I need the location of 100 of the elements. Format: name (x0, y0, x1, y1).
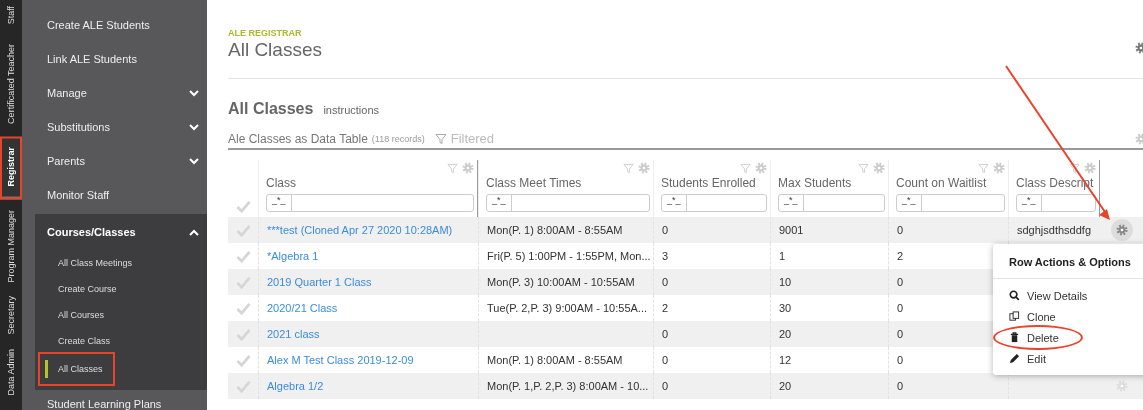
table-cell: 0 (662, 354, 669, 366)
submenu-item[interactable]: Create Class (35, 328, 111, 354)
trash-icon (1009, 332, 1020, 343)
class-link[interactable]: 2020/21 Class (267, 302, 338, 314)
submenu-item[interactable]: All Class Meetings (35, 250, 133, 276)
submenu-item[interactable]: All Courses (35, 302, 104, 328)
table-cell: 0 (897, 354, 904, 366)
table-cell: 0 (897, 276, 904, 288)
table-cell: Tue(P. 2,P. 3) 9:00AM - 10:55A... (487, 302, 647, 314)
record-count: (118 records) (371, 133, 425, 144)
column-settings-icon[interactable] (873, 162, 885, 174)
column-settings-icon[interactable] (462, 162, 474, 174)
checkmark-icon[interactable] (235, 379, 251, 393)
table-cell: 0 (662, 276, 669, 288)
table-cell: 0 (897, 380, 904, 392)
role-tab[interactable]: Registrar (0, 137, 22, 200)
filter-field[interactable]: _*_ (896, 194, 1005, 212)
column-title[interactable]: Count on Waitlist (896, 176, 1005, 190)
sidebar-group[interactable]: Parents (22, 144, 207, 178)
row-actions-button[interactable] (1110, 219, 1133, 241)
submenu-item[interactable]: Create Course (35, 276, 117, 302)
submenu-label: All Courses (58, 310, 104, 320)
table-cell: 0 (662, 328, 669, 340)
instructions-link[interactable]: instructions (323, 104, 380, 116)
copy-icon (1009, 311, 1020, 322)
column-title[interactable]: Students Enrolled (661, 176, 767, 190)
filter-field[interactable]: _*_ (266, 194, 474, 212)
sidebar-item[interactable]: Link ALE Students (22, 42, 207, 76)
panel-title: All Classes (228, 100, 314, 118)
table-cell: 20 (779, 380, 792, 392)
filter-field[interactable]: _*_ (778, 194, 885, 212)
checkmark-icon[interactable] (235, 301, 251, 315)
submenu-label: All Classes (58, 364, 103, 374)
filter-icon[interactable] (1069, 162, 1080, 174)
table-cell: 2 (662, 302, 669, 314)
menu-item[interactable]: Clone (1001, 306, 1064, 327)
table-cell: 0 (897, 224, 904, 236)
table-cell: sdghjsdthsddfg (1017, 224, 1091, 236)
submenu-item[interactable]: All Classes (40, 354, 113, 384)
table-cell: 3 (662, 250, 669, 262)
menu-item[interactable]: Delete (995, 327, 1081, 348)
sidebar-group[interactable]: Manage (22, 76, 207, 110)
submenu-label: Create Course (58, 284, 117, 294)
column-settings-icon[interactable] (993, 162, 1005, 174)
menu-item[interactable]: Edit (1001, 348, 1054, 369)
filter-field[interactable]: _*_ (486, 194, 650, 212)
table-cell: 0 (662, 224, 669, 236)
table-title: Ale Classes as Data Table (228, 131, 368, 146)
table-cell: Mon(P. 3) 10:00AM - 10:55AM (487, 276, 635, 288)
checkmark-icon[interactable] (235, 353, 251, 367)
sidebar-item[interactable]: Create ALE Students (22, 8, 207, 42)
table-cell: 10 (779, 276, 792, 288)
checkmark-icon[interactable] (235, 249, 251, 263)
section-label: ALE REGISTRAR (228, 28, 303, 38)
table-cell: 20 (779, 328, 792, 340)
menu-item[interactable]: View Details (1001, 285, 1096, 306)
sidebar-group[interactable]: Courses/Classes (35, 214, 207, 250)
table-cell: 1 (779, 250, 786, 262)
filter-field[interactable]: _*_ (661, 194, 767, 212)
sidebar-item[interactable]: Student Learning Plans (22, 392, 207, 410)
table-cell: 9001 (779, 224, 804, 236)
role-tab[interactable]: Secretary (0, 288, 22, 343)
chevron-down-icon (189, 123, 199, 131)
filter-status: Filtered (450, 131, 495, 146)
checkmark-icon[interactable] (235, 327, 251, 341)
page-title: All Classes (228, 39, 322, 61)
checkmark-icon[interactable] (235, 200, 251, 213)
sidebar-item[interactable]: Monitor Staff (22, 178, 207, 212)
filter-field[interactable]: _*_ (1016, 194, 1096, 212)
menu-title: Row Actions & Options (993, 244, 1143, 279)
role-tab[interactable]: Certificated Teacher (0, 32, 22, 134)
chevron-up-icon (189, 228, 199, 236)
table-cell: 2 (897, 250, 904, 262)
selection-bar (45, 360, 48, 378)
column-settings-icon[interactable] (1084, 162, 1096, 174)
class-link[interactable]: Alex M Test Class 2019-12-09 (267, 354, 414, 366)
sidebar-group[interactable]: Substitutions (22, 110, 207, 144)
table-cell: 0 (897, 328, 904, 340)
settings-icon[interactable] (1115, 224, 1128, 236)
submenu-label: Create Class (58, 336, 111, 346)
table-cell: Mon(P. 1) 8:00AM - 8:55AM (487, 354, 623, 366)
checkmark-icon[interactable] (235, 223, 251, 237)
column-title[interactable]: Class Meet Times (486, 176, 650, 190)
pencil-icon (1009, 353, 1020, 364)
role-tab[interactable]: Data Admin (0, 342, 22, 404)
column-settings-icon[interactable] (638, 162, 650, 174)
role-tab[interactable]: Program Manager (0, 201, 22, 289)
column-title[interactable]: Class (266, 176, 474, 190)
class-link[interactable]: *Algebra 1 (267, 250, 319, 262)
table-cell: Fri(P. 5) 1:00PM - 1:55PM, Mon... (487, 250, 651, 262)
table-cell: 30 (779, 302, 792, 314)
chevron-down-icon (189, 157, 199, 165)
table-cell: Mon(P. 1,P. 2,P. 3) 8:00AM - 10... (487, 380, 649, 392)
chevron-down-icon (189, 89, 199, 97)
table-cell: Mon(P. 1) 8:00AM - 8:55AM (487, 224, 623, 236)
checkmark-icon[interactable] (235, 275, 251, 289)
column-settings-icon[interactable] (755, 162, 767, 174)
column-title[interactable]: Max Students (778, 176, 885, 190)
role-tab[interactable]: Staff (0, 0, 22, 33)
search-icon (1009, 290, 1020, 301)
